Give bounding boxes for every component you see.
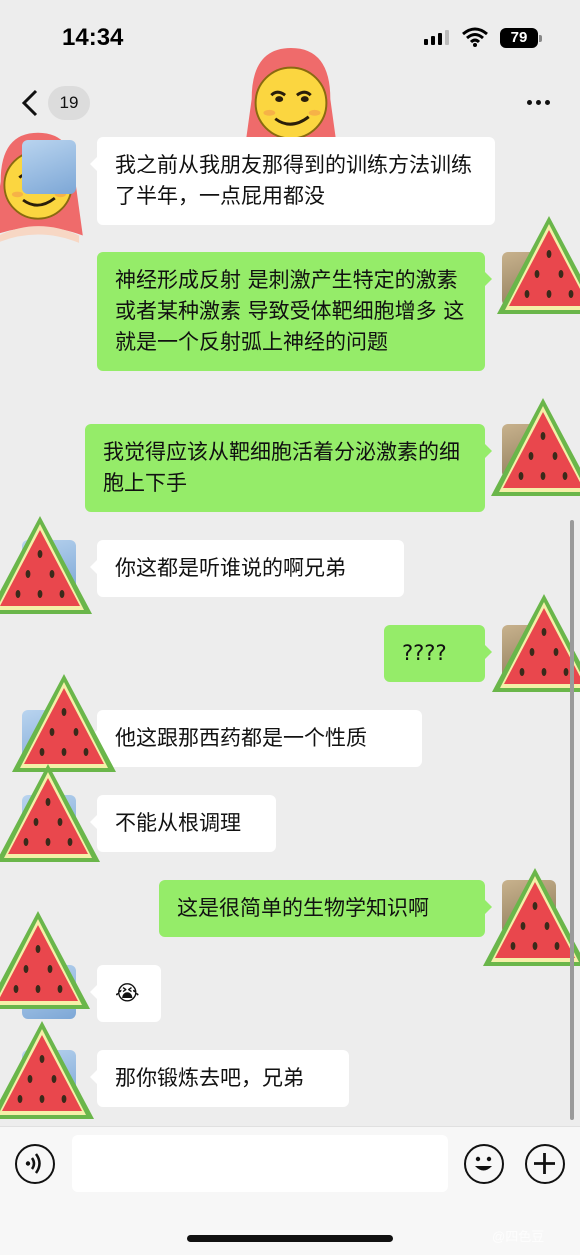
message-incoming[interactable]: 😭: [90, 965, 161, 1022]
message-incoming[interactable]: 他这跟那西药都是一个性质: [90, 710, 422, 767]
watermark-text: @四色豆: [492, 1229, 545, 1244]
chevron-left-icon[interactable]: [20, 88, 40, 118]
message-outgoing[interactable]: ????: [384, 625, 492, 682]
emoji-icon[interactable]: [464, 1144, 504, 1184]
plus-icon[interactable]: [525, 1144, 565, 1184]
watermelon-sticker: [484, 588, 580, 708]
watermelon-sticker: [0, 1015, 102, 1135]
more-dots-icon[interactable]: [527, 100, 550, 105]
message-outgoing[interactable]: 我觉得应该从靶细胞活着分泌激素的细胞上下手: [85, 424, 492, 512]
scrollbar[interactable]: [570, 520, 574, 1120]
message-incoming[interactable]: 那你锻炼去吧，兄弟: [90, 1050, 349, 1107]
cellular-signal-icon: [424, 30, 449, 45]
battery-cap: [539, 35, 542, 42]
watermelon-sticker: [483, 392, 580, 512]
message-incoming[interactable]: 你这都是听谁说的啊兄弟: [90, 540, 404, 597]
message-incoming[interactable]: 我之前从我朋友那得到的训练方法训练了半年，一点屁用都没: [90, 137, 495, 225]
message-outgoing[interactable]: 这是很简单的生物学知识啊: [159, 880, 492, 937]
unread-count-badge[interactable]: 19: [48, 86, 90, 120]
wifi-icon: [462, 27, 488, 47]
watermelon-sticker: [0, 510, 100, 630]
message-outgoing[interactable]: 神经形成反射 是刺激产生特定的激素 或者某种激素 导致受体靶细胞增多 这就是一个…: [97, 252, 492, 371]
message-input[interactable]: [72, 1135, 448, 1192]
status-time: 14:34: [62, 24, 124, 51]
watermelon-sticker: [0, 758, 108, 878]
watermelon-sticker: [0, 905, 98, 1025]
battery-icon: 79: [500, 28, 538, 48]
message-incoming[interactable]: 不能从根调理: [90, 795, 276, 852]
home-indicator[interactable]: [187, 1235, 393, 1242]
contact-avatar[interactable]: [22, 140, 76, 194]
voice-icon[interactable]: [15, 1144, 55, 1184]
watermelon-sticker: [475, 862, 580, 982]
watermelon-sticker: [489, 210, 580, 330]
